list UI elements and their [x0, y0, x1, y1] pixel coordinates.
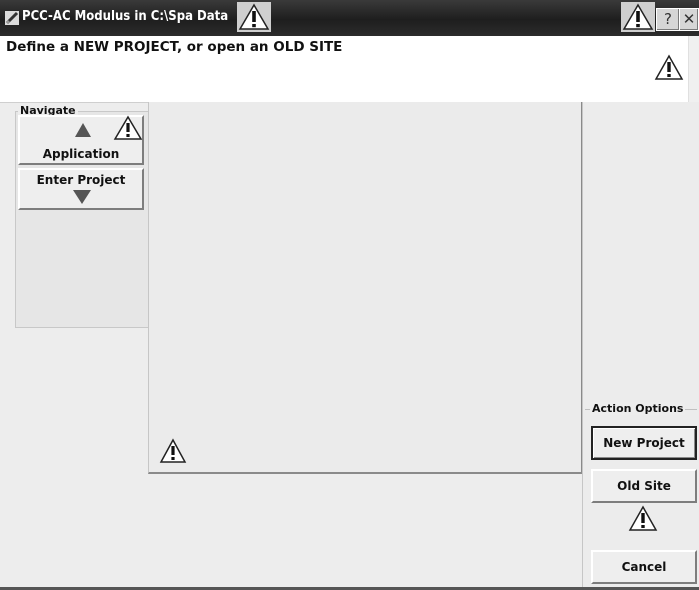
cancel-button[interactable]: Cancel: [591, 550, 697, 584]
instruction-text: Define a NEW PROJECT, or open an OLD SIT…: [6, 39, 343, 55]
triangle-up-icon: [75, 123, 91, 137]
warning-icon[interactable]: [654, 54, 684, 82]
triangle-down-icon: [73, 190, 91, 204]
cancel-label: Cancel: [621, 560, 667, 574]
help-button[interactable]: ?: [656, 8, 680, 31]
new-project-button[interactable]: New Project: [591, 426, 697, 460]
warning-icon[interactable]: [113, 115, 143, 141]
close-button[interactable]: ✕: [679, 8, 699, 31]
warning-icon: [237, 2, 271, 32]
warning-icon[interactable]: [628, 505, 658, 533]
application-label: Application: [42, 147, 120, 161]
pencil-ruler-icon: [5, 11, 19, 25]
new-project-label: New Project: [603, 436, 685, 450]
enter-project-button[interactable]: Enter Project: [18, 168, 144, 210]
app-window: PCC-AC Modulus in C:\Spa Data ? ✕ Define…: [0, 0, 699, 590]
old-site-label: Old Site: [617, 479, 671, 493]
action-options-label: Action Options: [590, 402, 686, 415]
window-title: PCC-AC Modulus in C:\Spa Data: [22, 9, 229, 24]
old-site-button[interactable]: Old Site: [591, 469, 697, 503]
instruction-panel: Define a NEW PROJECT, or open an OLD SIT…: [0, 36, 699, 103]
warning-icon[interactable]: [621, 2, 655, 32]
content-panel: [148, 102, 583, 474]
title-bar[interactable]: PCC-AC Modulus in C:\Spa Data ? ✕: [0, 0, 699, 36]
warning-icon[interactable]: [159, 438, 187, 464]
enter-project-label: Enter Project: [36, 173, 126, 187]
message-scrollbar[interactable]: [688, 36, 699, 102]
